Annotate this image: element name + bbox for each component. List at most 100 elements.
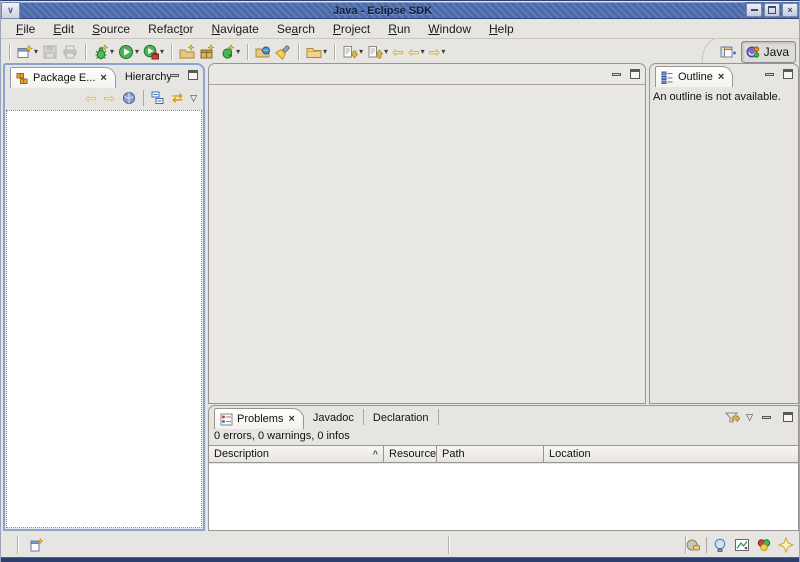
minimize-editor-button[interactable] bbox=[609, 67, 624, 81]
next-annotation-icon bbox=[342, 44, 359, 60]
toolbar-separator bbox=[143, 90, 145, 106]
next-annotation-button[interactable]: ▾ bbox=[340, 41, 365, 63]
tab-javadoc[interactable]: Javadoc bbox=[304, 407, 363, 428]
collapse-all-icon[interactable] bbox=[151, 91, 165, 105]
last-edit-location-icon: ⇦ bbox=[392, 43, 404, 60]
tab-label: Problems bbox=[237, 413, 284, 425]
open-resource-button[interactable]: ▾ bbox=[304, 41, 329, 63]
open-perspective-button[interactable] bbox=[718, 41, 738, 63]
new-java-package-button[interactable] bbox=[197, 41, 217, 63]
status-hand-icon[interactable] bbox=[684, 536, 702, 554]
run-button[interactable]: ▾ bbox=[116, 41, 141, 63]
minimize-view-button[interactable] bbox=[762, 67, 777, 81]
new-java-class-icon bbox=[219, 43, 235, 60]
minimize-view-button[interactable] bbox=[167, 68, 182, 82]
window-menu-button[interactable]: ∨ bbox=[1, 2, 20, 19]
menu-file[interactable]: File bbox=[7, 20, 44, 38]
previous-annotation-button[interactable]: ▾ bbox=[365, 41, 390, 63]
tab-declaration[interactable]: Declaration bbox=[364, 407, 438, 428]
maximize-view-button[interactable] bbox=[780, 410, 795, 424]
tab-problems[interactable]: Problems × bbox=[214, 408, 304, 429]
status-screenshot-icon[interactable] bbox=[733, 536, 751, 554]
view-menu-icon[interactable]: ▽ bbox=[746, 412, 753, 422]
open-type-button[interactable] bbox=[253, 41, 273, 63]
last-edit-location-button[interactable]: ⇦ bbox=[390, 41, 406, 63]
status-profile-icon[interactable] bbox=[755, 536, 773, 554]
tab-package-explorer[interactable]: Package E... × bbox=[10, 67, 116, 88]
forward-button[interactable]: ⇨ ▾ bbox=[427, 41, 448, 63]
status-diamond-icon[interactable] bbox=[777, 536, 795, 554]
debug-button[interactable]: ▾ bbox=[91, 41, 116, 63]
window-menu-icon: ∨ bbox=[7, 5, 14, 15]
new-java-project-button[interactable] bbox=[177, 41, 197, 63]
close-tab-icon[interactable]: × bbox=[99, 72, 107, 84]
menu-run[interactable]: Run bbox=[379, 20, 419, 38]
new-java-package-icon bbox=[199, 43, 215, 60]
back-icon[interactable]: ⇦ bbox=[85, 90, 97, 106]
dropdown-caret-icon: ▾ bbox=[441, 46, 446, 56]
view-menu-icon[interactable]: ▽ bbox=[190, 93, 197, 103]
sort-ascending-icon: ^ bbox=[372, 449, 378, 459]
java-perspective-icon bbox=[745, 44, 761, 60]
forward-icon[interactable]: ⇨ bbox=[103, 90, 115, 106]
menu-edit[interactable]: Edit bbox=[44, 20, 83, 38]
package-explorer-view: Package E... × Hierarchy ⇦ ⇨ ⇄ ▽ bbox=[3, 63, 205, 531]
main-toolbar: ▾ ▾ ▾ ▾ ▾ ▾ ▾ ▾ ⇦ ⇦ ▾ ⇨ ▾ bbox=[1, 40, 799, 63]
package-explorer-tree[interactable] bbox=[6, 110, 202, 528]
toolbar-separator bbox=[247, 43, 249, 60]
java-perspective-toggle[interactable]: Java bbox=[740, 40, 796, 63]
maximize-view-button[interactable] bbox=[780, 67, 795, 81]
dropdown-caret-icon: ▾ bbox=[384, 46, 389, 56]
maximize-icon bbox=[768, 6, 776, 14]
problems-summary: 0 errors, 0 warnings, 0 infos bbox=[214, 430, 350, 442]
dropdown-caret-icon: ▾ bbox=[323, 46, 328, 56]
problems-icon bbox=[220, 413, 233, 426]
save-button[interactable] bbox=[40, 41, 60, 63]
filter-icon[interactable] bbox=[724, 409, 741, 425]
print-button[interactable] bbox=[60, 41, 80, 63]
column-resource[interactable]: Resource bbox=[384, 446, 437, 462]
maximize-view-button[interactable] bbox=[185, 68, 200, 82]
menu-refactor[interactable]: Refactor bbox=[139, 20, 202, 38]
column-description[interactable]: Description ^ bbox=[209, 446, 384, 462]
toolbar-separator bbox=[334, 43, 336, 60]
outline-tabrow: Outline × bbox=[650, 64, 798, 87]
close-tab-icon[interactable]: × bbox=[717, 71, 725, 83]
maximize-button[interactable] bbox=[764, 3, 780, 17]
dropdown-caret-icon: ▾ bbox=[135, 46, 140, 56]
eclipse-window: ∨ Java - Eclipse SDK × File Edit Source … bbox=[0, 0, 800, 562]
minimize-button[interactable] bbox=[746, 3, 762, 17]
maximize-editor-button[interactable] bbox=[627, 67, 642, 81]
close-tab-icon[interactable]: × bbox=[287, 413, 295, 425]
statusbar bbox=[1, 533, 799, 557]
menu-navigate[interactable]: Navigate bbox=[202, 20, 267, 38]
editor-empty-content bbox=[209, 85, 645, 403]
new-wizard-button[interactable]: ▾ bbox=[15, 41, 40, 63]
menu-project[interactable]: Project bbox=[324, 20, 379, 38]
minimize-view-button[interactable] bbox=[759, 410, 774, 424]
tab-outline[interactable]: Outline × bbox=[655, 66, 734, 87]
link-with-editor-icon[interactable]: ⇄ bbox=[172, 91, 183, 105]
menu-search[interactable]: Search bbox=[268, 20, 324, 38]
column-path[interactable]: Path bbox=[437, 446, 544, 462]
search-button[interactable] bbox=[273, 41, 293, 63]
fast-view-button[interactable] bbox=[25, 535, 47, 555]
menubar: File Edit Source Refactor Navigate Searc… bbox=[1, 19, 799, 39]
column-location[interactable]: Location bbox=[544, 446, 798, 462]
external-tools-button[interactable]: ▾ bbox=[141, 41, 166, 63]
status-lamp-icon[interactable] bbox=[711, 536, 729, 554]
close-button[interactable]: × bbox=[782, 3, 798, 17]
back-button[interactable]: ⇦ ▾ bbox=[406, 41, 427, 63]
menu-help[interactable]: Help bbox=[480, 20, 523, 38]
maximize-view-icon bbox=[187, 70, 198, 80]
search-flashlight-icon bbox=[275, 44, 291, 60]
menu-window[interactable]: Window bbox=[419, 20, 480, 38]
menu-source[interactable]: Source bbox=[83, 20, 139, 38]
external-tools-icon bbox=[143, 44, 160, 60]
tab-separator bbox=[437, 409, 439, 425]
up-icon[interactable] bbox=[122, 91, 136, 105]
problems-view: Problems × Javadoc Declaration ▽ 0 error… bbox=[208, 405, 799, 531]
new-java-class-button[interactable]: ▾ bbox=[217, 41, 242, 63]
close-icon: × bbox=[787, 4, 793, 15]
back-icon: ⇦ bbox=[407, 43, 420, 60]
